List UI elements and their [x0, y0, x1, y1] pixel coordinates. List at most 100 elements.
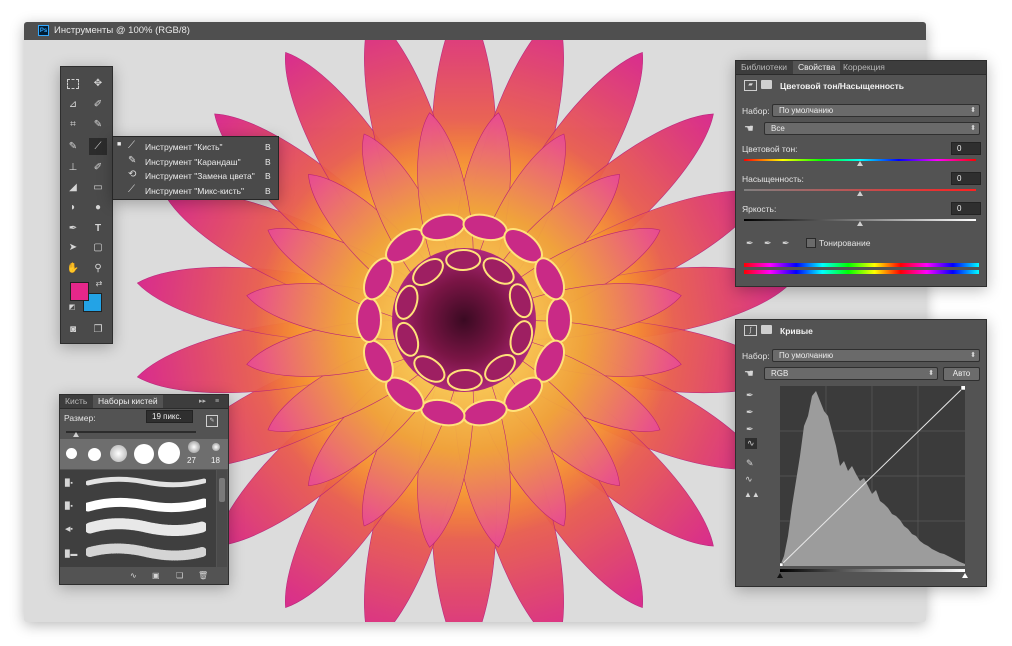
gradient-tool-icon[interactable]: ▭	[91, 181, 105, 195]
flyout-item-shortcut: B	[265, 185, 271, 196]
trash-icon[interactable]: 🗑	[198, 571, 208, 580]
lightness-slider-thumb[interactable]	[857, 221, 863, 226]
eyedropper-gray-icon[interactable]: ✒	[746, 407, 754, 418]
new-brush-icon[interactable]: ❏	[176, 571, 183, 580]
marquee-tool-icon[interactable]	[67, 79, 79, 89]
brush-stroke-preview[interactable]	[84, 518, 208, 538]
panel-collapse-icon[interactable]: ▸▸	[194, 395, 211, 408]
new-preset-icon[interactable]: ✎	[206, 415, 218, 427]
dodge-tool-icon[interactable]: ●	[91, 201, 105, 215]
flyout-item-shortcut: B	[265, 171, 271, 181]
saturation-input[interactable]: 0	[951, 172, 981, 185]
preset-dropdown[interactable]: По умолчанию ⬍	[772, 104, 980, 117]
panel-menu-icon[interactable]: ≡	[210, 395, 224, 408]
chevron-updown-icon: ⬍	[970, 352, 976, 359]
eyedropper-icon[interactable]: ✒	[746, 238, 754, 249]
size-input[interactable]: 19 пикс.	[146, 410, 193, 423]
brush-stroke-list: ▉▪ ▉▪ ◀▪ ▉▬	[60, 470, 216, 567]
colorize-label: Тонирование	[819, 238, 871, 248]
history-brush-tool-icon[interactable]: ✐	[91, 161, 105, 175]
tab-libraries[interactable]: Библиотеки	[736, 61, 792, 74]
brush-stroke-preview[interactable]	[85, 476, 207, 490]
brush-tool-icon: ⟋	[128, 183, 135, 195]
foreground-color-swatch[interactable]	[70, 282, 89, 301]
flyout-item-label: Инструмент "Микс-кисть"	[145, 185, 245, 196]
brush-tip[interactable]	[188, 441, 200, 453]
brush-tip[interactable]	[110, 445, 127, 462]
brush-stroke-preview[interactable]	[85, 542, 207, 562]
adjustment-title: Цветовой тон/Насыщенность	[780, 81, 905, 91]
curves-channel-dropdown[interactable]: RGB ⬍	[764, 367, 938, 380]
flyout-item[interactable]: ■ ⟋ Инструмент "Кисть" B	[113, 140, 278, 154]
channel-dropdown[interactable]: Все ⬍	[764, 122, 980, 135]
document-title-bar[interactable]: Ps Инструменты @ 100% (RGB/8)	[24, 22, 926, 41]
lasso-tool-icon[interactable]: ⊿	[66, 98, 80, 112]
hue-slider-thumb[interactable]	[857, 161, 863, 166]
eyedropper-tool-icon[interactable]: ✎	[91, 118, 105, 132]
pen-tool-icon[interactable]: ✒	[66, 222, 80, 236]
curves-panel: ∫ Кривые Набор: По умолчанию ⬍ ☚ RGB ⬍ Авт…	[735, 319, 987, 587]
hand-tool-icon[interactable]: ✋	[66, 262, 80, 276]
eraser-tool-icon[interactable]: ◢	[66, 181, 80, 195]
screen-mode-icon[interactable]: ❐	[91, 323, 105, 337]
type-tool-icon[interactable]: T	[91, 222, 105, 236]
brush-list-scrollbar[interactable]	[217, 470, 227, 567]
brush-panel-icon[interactable]: ▣	[152, 571, 160, 580]
brush-tip[interactable]	[158, 442, 180, 464]
tab-adjustments[interactable]: Коррекция	[838, 61, 890, 74]
scrollbar-thumb[interactable]	[219, 478, 225, 502]
lightness-input[interactable]: 0	[951, 202, 981, 215]
auto-button[interactable]: Авто	[943, 367, 980, 381]
toggle-brush-panel-icon[interactable]: ∿	[130, 571, 137, 580]
flyout-item[interactable]: ⟋ Инструмент "Микс-кисть" B	[113, 184, 278, 198]
saturation-slider-thumb[interactable]	[857, 191, 863, 196]
targeted-adjustment-hand-icon[interactable]: ☚	[744, 122, 754, 135]
photoshop-icon: Ps	[38, 25, 49, 36]
colorize-checkbox[interactable]	[806, 238, 816, 248]
edit-points-curve-icon[interactable]: ∿	[745, 438, 757, 449]
brush-tip[interactable]	[212, 443, 220, 451]
smooth-curve-icon[interactable]: ∿	[745, 474, 753, 485]
flyout-item[interactable]: ⟲ Инструмент "Замена цвета" B	[113, 169, 278, 183]
curves-graph[interactable]	[780, 386, 965, 566]
black-point-slider[interactable]	[777, 573, 783, 578]
hue-input[interactable]: 0	[951, 142, 981, 155]
brush-tip[interactable]	[134, 444, 154, 464]
eyedropper-white-icon[interactable]: ✒	[746, 424, 754, 435]
healing-brush-tool-icon[interactable]: ✎	[66, 140, 80, 154]
zoom-tool-icon[interactable]: ⚲	[91, 262, 105, 276]
mask-icon[interactable]	[761, 80, 772, 89]
size-slider-thumb[interactable]	[73, 432, 79, 437]
tab-properties[interactable]: Свойства	[793, 61, 841, 74]
mask-icon[interactable]	[761, 325, 772, 334]
brush-stroke-preview[interactable]	[83, 495, 209, 515]
stamp-tool-icon[interactable]: ⊥	[66, 161, 80, 175]
curves-preset-dropdown[interactable]: По умолчанию ⬍	[772, 349, 980, 362]
shape-tool-icon[interactable]: ▢	[91, 241, 105, 255]
eyedropper-plus-icon[interactable]: ✒	[764, 238, 772, 249]
path-select-tool-icon[interactable]: ➤	[66, 241, 80, 255]
brush-type-icon: ▉▪	[65, 503, 73, 510]
brush-tip[interactable]	[88, 448, 101, 461]
move-tool-icon[interactable]: ✥	[91, 77, 105, 91]
white-point-slider[interactable]	[962, 573, 968, 578]
eyedropper-black-icon[interactable]: ✒	[746, 390, 754, 401]
crop-tool-icon[interactable]: ⌗	[66, 118, 80, 132]
swap-colors-icon[interactable]: ⇄	[92, 277, 106, 291]
blur-tool-icon[interactable]: ◗	[66, 201, 80, 215]
draw-pencil-icon[interactable]: ✎	[746, 458, 754, 469]
quick-select-tool-icon[interactable]: ✐	[91, 98, 105, 112]
default-colors-icon[interactable]: ◩	[65, 301, 79, 315]
clipping-warning-icon[interactable]: ▲▲	[744, 490, 760, 499]
tab-brush[interactable]: Кисть	[60, 395, 92, 408]
quick-mask-icon[interactable]: ◙	[66, 323, 80, 337]
brush-tip[interactable]	[66, 448, 77, 459]
targeted-adjustment-hand-icon[interactable]: ☚	[744, 367, 754, 380]
curves-preset-label: Набор:	[742, 351, 770, 361]
eyedropper-minus-icon[interactable]: ✒	[782, 238, 790, 249]
flyout-item[interactable]: ✎ Инструмент "Карандаш" B	[113, 155, 278, 169]
tab-brush-presets[interactable]: Наборы кистей	[93, 395, 163, 408]
properties-tabs: Библиотеки Свойства Коррекция	[736, 61, 986, 75]
size-slider-track[interactable]	[66, 431, 196, 433]
brush-tool-icon[interactable]: ⟋	[89, 138, 107, 155]
